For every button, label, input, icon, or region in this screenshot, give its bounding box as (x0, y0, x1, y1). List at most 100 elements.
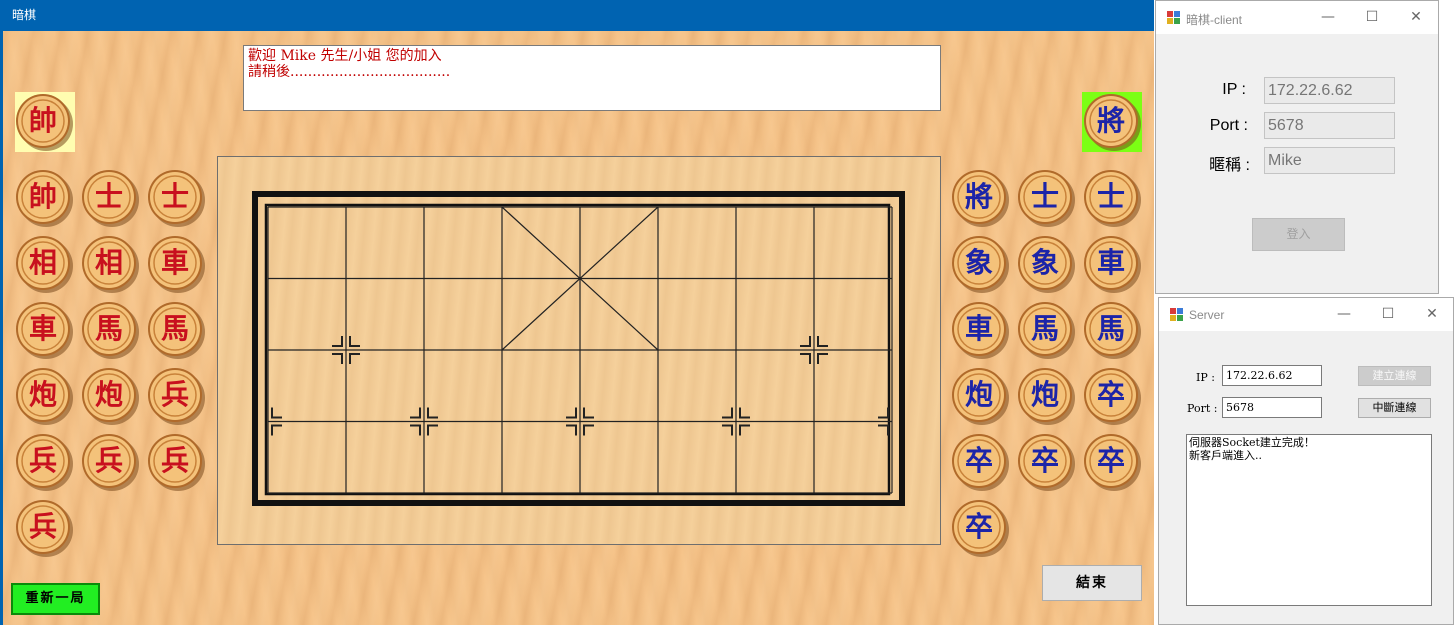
blue-piece[interactable]: 卒 (952, 434, 1010, 492)
piece-glyph: 馬 (1030, 312, 1059, 345)
piece-glyph: 車 (964, 312, 993, 345)
blue-piece[interactable]: 士 (1084, 170, 1142, 228)
current-blue-piece[interactable]: 將 (1084, 94, 1142, 152)
client-ip-field[interactable]: 172.22.6.62 (1264, 77, 1395, 104)
red-piece[interactable]: 士 (82, 170, 140, 228)
client-port-field[interactable]: 5678 (1264, 112, 1395, 139)
close-icon[interactable]: ✕ (1410, 298, 1454, 331)
game-title-bar[interactable]: 暗棋 (0, 0, 1154, 31)
message-line: 請稍後.................................... (248, 64, 451, 80)
disconnect-button[interactable]: 中斷連線 (1358, 398, 1431, 418)
blue-piece[interactable]: 卒 (952, 500, 1010, 558)
piece-glyph: 將 (964, 180, 993, 213)
piece-glyph: 兵 (160, 444, 189, 477)
piece-glyph: 卒 (1096, 444, 1125, 477)
server-title-bar[interactable]: Server — ☐ ✕ (1159, 298, 1453, 331)
message-box: 歡迎 Mike 先生/小姐 您的加入 請稍後..................… (243, 45, 941, 111)
login-button[interactable]: 登入 (1252, 218, 1345, 251)
restart-button[interactable]: 重新一局 (11, 583, 100, 615)
log-line: 伺服器Socket建立完成！ (1189, 436, 1315, 449)
blue-piece[interactable]: 卒 (1018, 434, 1076, 492)
red-piece[interactable]: 兵 (82, 434, 140, 492)
piece-glyph: 車 (28, 312, 57, 345)
red-piece[interactable]: 馬 (82, 302, 140, 360)
blue-piece[interactable]: 象 (952, 236, 1010, 294)
piece-glyph: 士 (94, 180, 123, 213)
red-piece[interactable]: 馬 (148, 302, 206, 360)
app-icon (1170, 308, 1183, 321)
maximize-icon[interactable]: ☐ (1366, 298, 1410, 331)
red-piece[interactable]: 兵 (16, 434, 74, 492)
piece-glyph: 車 (160, 246, 189, 279)
piece-glyph: 兵 (160, 378, 189, 411)
piece-glyph: 卒 (964, 510, 993, 543)
blue-piece[interactable]: 象 (1018, 236, 1076, 294)
board-grid[interactable] (218, 157, 942, 546)
server-port-field[interactable]: 5678 (1222, 397, 1322, 418)
window-border (0, 31, 3, 625)
piece-glyph: 相 (28, 246, 57, 279)
client-nick-label: 暱稱 : (1209, 157, 1250, 174)
red-piece[interactable]: 炮 (16, 368, 74, 426)
close-icon[interactable]: ✕ (1394, 1, 1438, 34)
red-piece[interactable]: 兵 (148, 434, 206, 492)
blue-piece[interactable]: 將 (952, 170, 1010, 228)
red-piece[interactable]: 帥 (16, 170, 74, 228)
piece-glyph: 馬 (1096, 312, 1125, 345)
blue-piece[interactable]: 炮 (952, 368, 1010, 426)
piece-glyph: 帥 (28, 104, 57, 137)
piece-glyph: 馬 (160, 312, 189, 345)
blue-piece[interactable]: 士 (1018, 170, 1076, 228)
chess-board[interactable] (217, 156, 941, 545)
game-title: 暗棋 (12, 8, 37, 22)
piece-glyph: 兵 (28, 444, 57, 477)
connect-button[interactable]: 建立連線 (1358, 366, 1431, 386)
red-piece[interactable]: 炮 (82, 368, 140, 426)
client-ip-label: IP : (1222, 81, 1246, 98)
piece-glyph: 炮 (964, 378, 993, 411)
client-title-bar[interactable]: 暗棋-client — ☐ ✕ (1156, 1, 1438, 34)
red-piece[interactable]: 相 (16, 236, 74, 294)
piece-glyph: 卒 (1096, 378, 1125, 411)
piece-glyph: 馬 (94, 312, 123, 345)
blue-piece[interactable]: 馬 (1018, 302, 1076, 360)
piece-glyph: 象 (1030, 246, 1059, 279)
piece-glyph: 卒 (1030, 444, 1059, 477)
blue-piece[interactable]: 馬 (1084, 302, 1142, 360)
blue-piece[interactable]: 車 (1084, 236, 1142, 294)
red-piece[interactable]: 士 (148, 170, 206, 228)
client-nickname-field[interactable]: Mike (1264, 147, 1395, 174)
client-window: 暗棋-client — ☐ ✕ IP : 172.22.6.62 Port : … (1155, 0, 1439, 294)
server-ip-label: IP : (1196, 371, 1215, 384)
red-piece[interactable]: 相 (82, 236, 140, 294)
piece-glyph: 士 (1030, 180, 1059, 213)
game-window: 暗棋 歡迎 Mike 先生/小姐 您的加入 請稍後...............… (0, 0, 1154, 625)
maximize-icon[interactable]: ☐ (1350, 1, 1394, 34)
piece-glyph: 車 (1096, 246, 1125, 279)
message-line: 歡迎 Mike 先生/小姐 您的加入 (248, 48, 442, 64)
piece-glyph: 卒 (964, 444, 993, 477)
current-red-piece[interactable]: 帥 (16, 94, 74, 152)
red-piece[interactable]: 兵 (148, 368, 206, 426)
server-title: Server (1189, 308, 1225, 322)
minimize-icon[interactable]: — (1322, 298, 1366, 331)
piece-glyph: 炮 (28, 378, 57, 411)
red-piece[interactable]: 車 (148, 236, 206, 294)
blue-piece[interactable]: 車 (952, 302, 1010, 360)
piece-glyph: 炮 (1030, 378, 1059, 411)
red-piece[interactable]: 車 (16, 302, 74, 360)
blue-piece[interactable]: 卒 (1084, 368, 1142, 426)
blue-piece[interactable]: 卒 (1084, 434, 1142, 492)
piece-glyph: 相 (94, 246, 123, 279)
piece-glyph: 兵 (94, 444, 123, 477)
server-log[interactable]: 伺服器Socket建立完成！ 新客戶端進入.. (1186, 434, 1432, 606)
piece-glyph: 炮 (94, 378, 123, 411)
end-button[interactable]: 結束 (1042, 565, 1142, 601)
server-ip-field[interactable]: 172.22.6.62 (1222, 365, 1322, 386)
blue-piece[interactable]: 炮 (1018, 368, 1076, 426)
server-window: Server — ☐ ✕ IP : 172.22.6.62 建立連線 Port … (1158, 297, 1454, 625)
minimize-icon[interactable]: — (1306, 1, 1350, 34)
log-line: 新客戶端進入.. (1189, 449, 1262, 462)
piece-glyph: 士 (160, 180, 189, 213)
red-piece[interactable]: 兵 (16, 500, 74, 558)
